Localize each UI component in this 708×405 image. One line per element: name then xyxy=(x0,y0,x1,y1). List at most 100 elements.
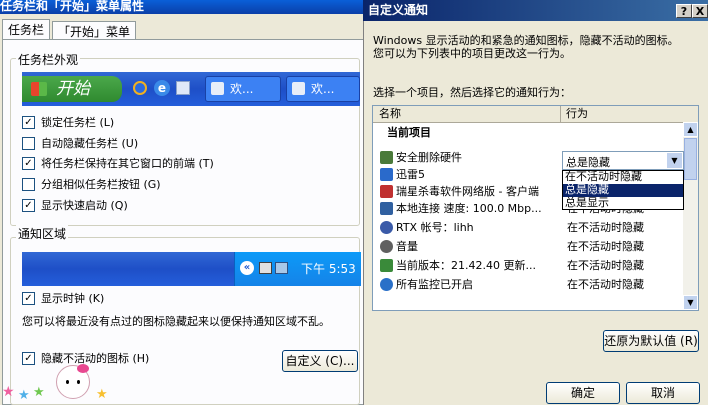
printer-icon xyxy=(275,262,288,274)
section-current-items: 当前项目 xyxy=(387,126,431,139)
item-name: 所有监控已开启 xyxy=(396,278,473,291)
checkbox[interactable] xyxy=(22,177,35,191)
notify-preview: « 下午 5:53 xyxy=(22,252,361,286)
notify-group-title: 通知区域 xyxy=(16,225,69,242)
tray-clock: 下午 5:53 xyxy=(301,262,356,276)
star-icon: ★ xyxy=(96,387,108,402)
media-player-icon xyxy=(133,81,147,95)
item-name: RTX 帐号：lihh xyxy=(396,221,474,234)
chevron-down-icon[interactable]: ▼ xyxy=(667,153,682,168)
star-icon: ★ xyxy=(18,388,30,403)
close-button[interactable]: X xyxy=(692,4,708,18)
autohide-taskbar-option[interactable]: 自动隐藏任务栏 (U) xyxy=(22,135,138,153)
list-header: 名称 行为 xyxy=(373,106,698,123)
item-behavior: 在不活动时隐藏 xyxy=(567,240,644,253)
expand-tray-icon: « xyxy=(240,261,254,275)
dropdown-option[interactable]: 总是显示 xyxy=(563,197,683,209)
option-label: 将任务栏保持在其它窗口的前端 (T) xyxy=(41,157,214,170)
thunder-icon xyxy=(380,167,393,181)
monitor-icon xyxy=(380,277,393,291)
item-behavior: 在不活动时隐藏 xyxy=(567,221,644,234)
scroll-thumb[interactable] xyxy=(684,138,697,180)
network-connection-icon xyxy=(380,201,393,215)
group-buttons-option[interactable]: 分组相似任务栏按钮 (G) xyxy=(22,176,161,194)
option-label: 分组相似任务栏按钮 (G) xyxy=(41,178,161,191)
ie-icon: e xyxy=(154,80,170,96)
checkbox[interactable] xyxy=(22,136,35,150)
dialog-description: Windows 显示活动的和紧急的通知图标，隐藏不活动的图标。 您可以为下列表中… xyxy=(373,34,703,60)
star-icon: ★ xyxy=(33,385,45,400)
scroll-up-button[interactable]: ▲ xyxy=(683,122,698,137)
instruction-text: 选择一个项目，然后选择它的通知行为： xyxy=(373,86,571,99)
checkbox[interactable]: ✓ xyxy=(22,198,35,212)
column-behavior-header[interactable]: 行为 xyxy=(566,106,588,122)
checkbox[interactable]: ✓ xyxy=(22,115,35,129)
list-item[interactable]: 音量 在不活动时隐藏 xyxy=(373,237,698,256)
column-divider xyxy=(560,106,561,122)
safely-remove-hardware-icon xyxy=(380,150,393,164)
cancel-button[interactable]: 取消 xyxy=(626,382,700,404)
description-line: Windows 显示活动的和紧急的通知图标，隐藏不活动的图标。 xyxy=(373,34,679,47)
list-item[interactable]: 所有监控已开启 在不活动时隐藏 xyxy=(373,275,698,294)
dialog-title-bar: 自定义通知 xyxy=(363,0,708,21)
hello-kitty-decoration xyxy=(56,364,90,399)
item-name: 音量 xyxy=(396,240,418,253)
task-button-2: 欢... xyxy=(286,76,360,102)
option-label: 隐藏不活动的图标 (H) xyxy=(41,352,150,365)
window-icon xyxy=(292,82,305,95)
rtx-icon xyxy=(380,220,393,234)
item-behavior: 在不活动时隐藏 xyxy=(567,259,644,272)
dropdown-selected: 总是隐藏 xyxy=(566,156,610,169)
lock-taskbar-option[interactable]: ✓ 锁定任务栏 (L) xyxy=(22,114,114,132)
customize-button[interactable]: 自定义 (C)... xyxy=(282,350,358,372)
volume-icon xyxy=(380,239,393,253)
list-item[interactable]: RTX 帐号：lihh 在不活动时隐藏 xyxy=(373,218,698,237)
taskbar-properties-title: 任务栏和「开始」菜单属性 xyxy=(0,0,365,14)
help-button[interactable]: ? xyxy=(676,4,692,18)
item-behavior: 在不活动时隐藏 xyxy=(567,278,644,291)
option-label: 锁定任务栏 (L) xyxy=(41,116,115,129)
column-name-header[interactable]: 名称 xyxy=(379,106,401,122)
show-clock-option[interactable]: ✓ 显示时钟 (K) xyxy=(22,290,104,308)
checkbox[interactable]: ✓ xyxy=(22,291,35,305)
eye-icon xyxy=(77,380,80,384)
item-name: 当前版本：21.42.40 更新... xyxy=(396,259,536,272)
star-icon: ★ xyxy=(2,384,15,400)
quick-launch-option[interactable]: ✓ 显示快速启动 (Q) xyxy=(22,197,128,215)
scroll-down-button[interactable]: ▼ xyxy=(683,295,698,310)
behavior-dropdown[interactable]: 总是隐藏 ▼ xyxy=(562,151,684,170)
list-item[interactable]: 当前版本：21.42.40 更新... 在不活动时隐藏 xyxy=(373,256,698,275)
option-label: 显示时钟 (K) xyxy=(41,292,105,305)
start-button-preview: 开始 xyxy=(22,76,122,102)
option-label: 自动隐藏任务栏 (U) xyxy=(41,137,139,150)
dropdown-menu: 在不活动时隐藏 总是隐藏 总是显示 xyxy=(562,170,684,210)
antivirus-icon xyxy=(380,184,393,198)
windows-logo-icon xyxy=(31,82,47,96)
desktop-icon xyxy=(176,81,190,95)
window-icon xyxy=(211,82,224,95)
keep-on-top-option[interactable]: ✓ 将任务栏保持在其它窗口的前端 (T) xyxy=(22,155,214,173)
option-label: 显示快速启动 (Q) xyxy=(41,199,128,212)
ok-button[interactable]: 确定 xyxy=(546,382,620,404)
tab-taskbar[interactable]: 任务栏 xyxy=(2,19,51,41)
checkbox[interactable]: ✓ xyxy=(22,156,35,170)
item-name: 本地连接 速度: 100.0 Mbp... xyxy=(396,202,542,215)
notify-description: 您可以将最近没有点过的图标隐藏起来以便保持通知区域不乱。 xyxy=(22,315,330,328)
task-button-label: 欢... xyxy=(230,82,254,96)
description-line: 您可以为下列表中的项目更改这一行为。 xyxy=(373,47,571,60)
checkbox[interactable]: ✓ xyxy=(22,351,35,365)
taskbar-preview: 开始 e 欢... 欢... xyxy=(22,72,360,106)
tab-start-menu[interactable]: 「开始」菜单 xyxy=(52,21,137,41)
restore-defaults-button[interactable]: 还原为默认值 (R) xyxy=(603,330,699,352)
task-button-1: 欢... xyxy=(205,76,281,102)
list-scrollbar[interactable]: ▲ ▼ xyxy=(683,122,698,310)
bow-icon xyxy=(77,364,89,373)
network-icon xyxy=(259,262,272,274)
item-name: 安全删除硬件 xyxy=(396,151,462,164)
eye-icon xyxy=(66,380,69,384)
item-name: 瑞星杀毒软件网络版 - 客户端 xyxy=(396,185,539,198)
appearance-group-title: 任务栏外观 xyxy=(16,51,81,68)
item-name: 迅雷5 xyxy=(396,168,425,181)
update-icon xyxy=(380,258,393,272)
dialog-title: 自定义通知 xyxy=(368,3,429,17)
